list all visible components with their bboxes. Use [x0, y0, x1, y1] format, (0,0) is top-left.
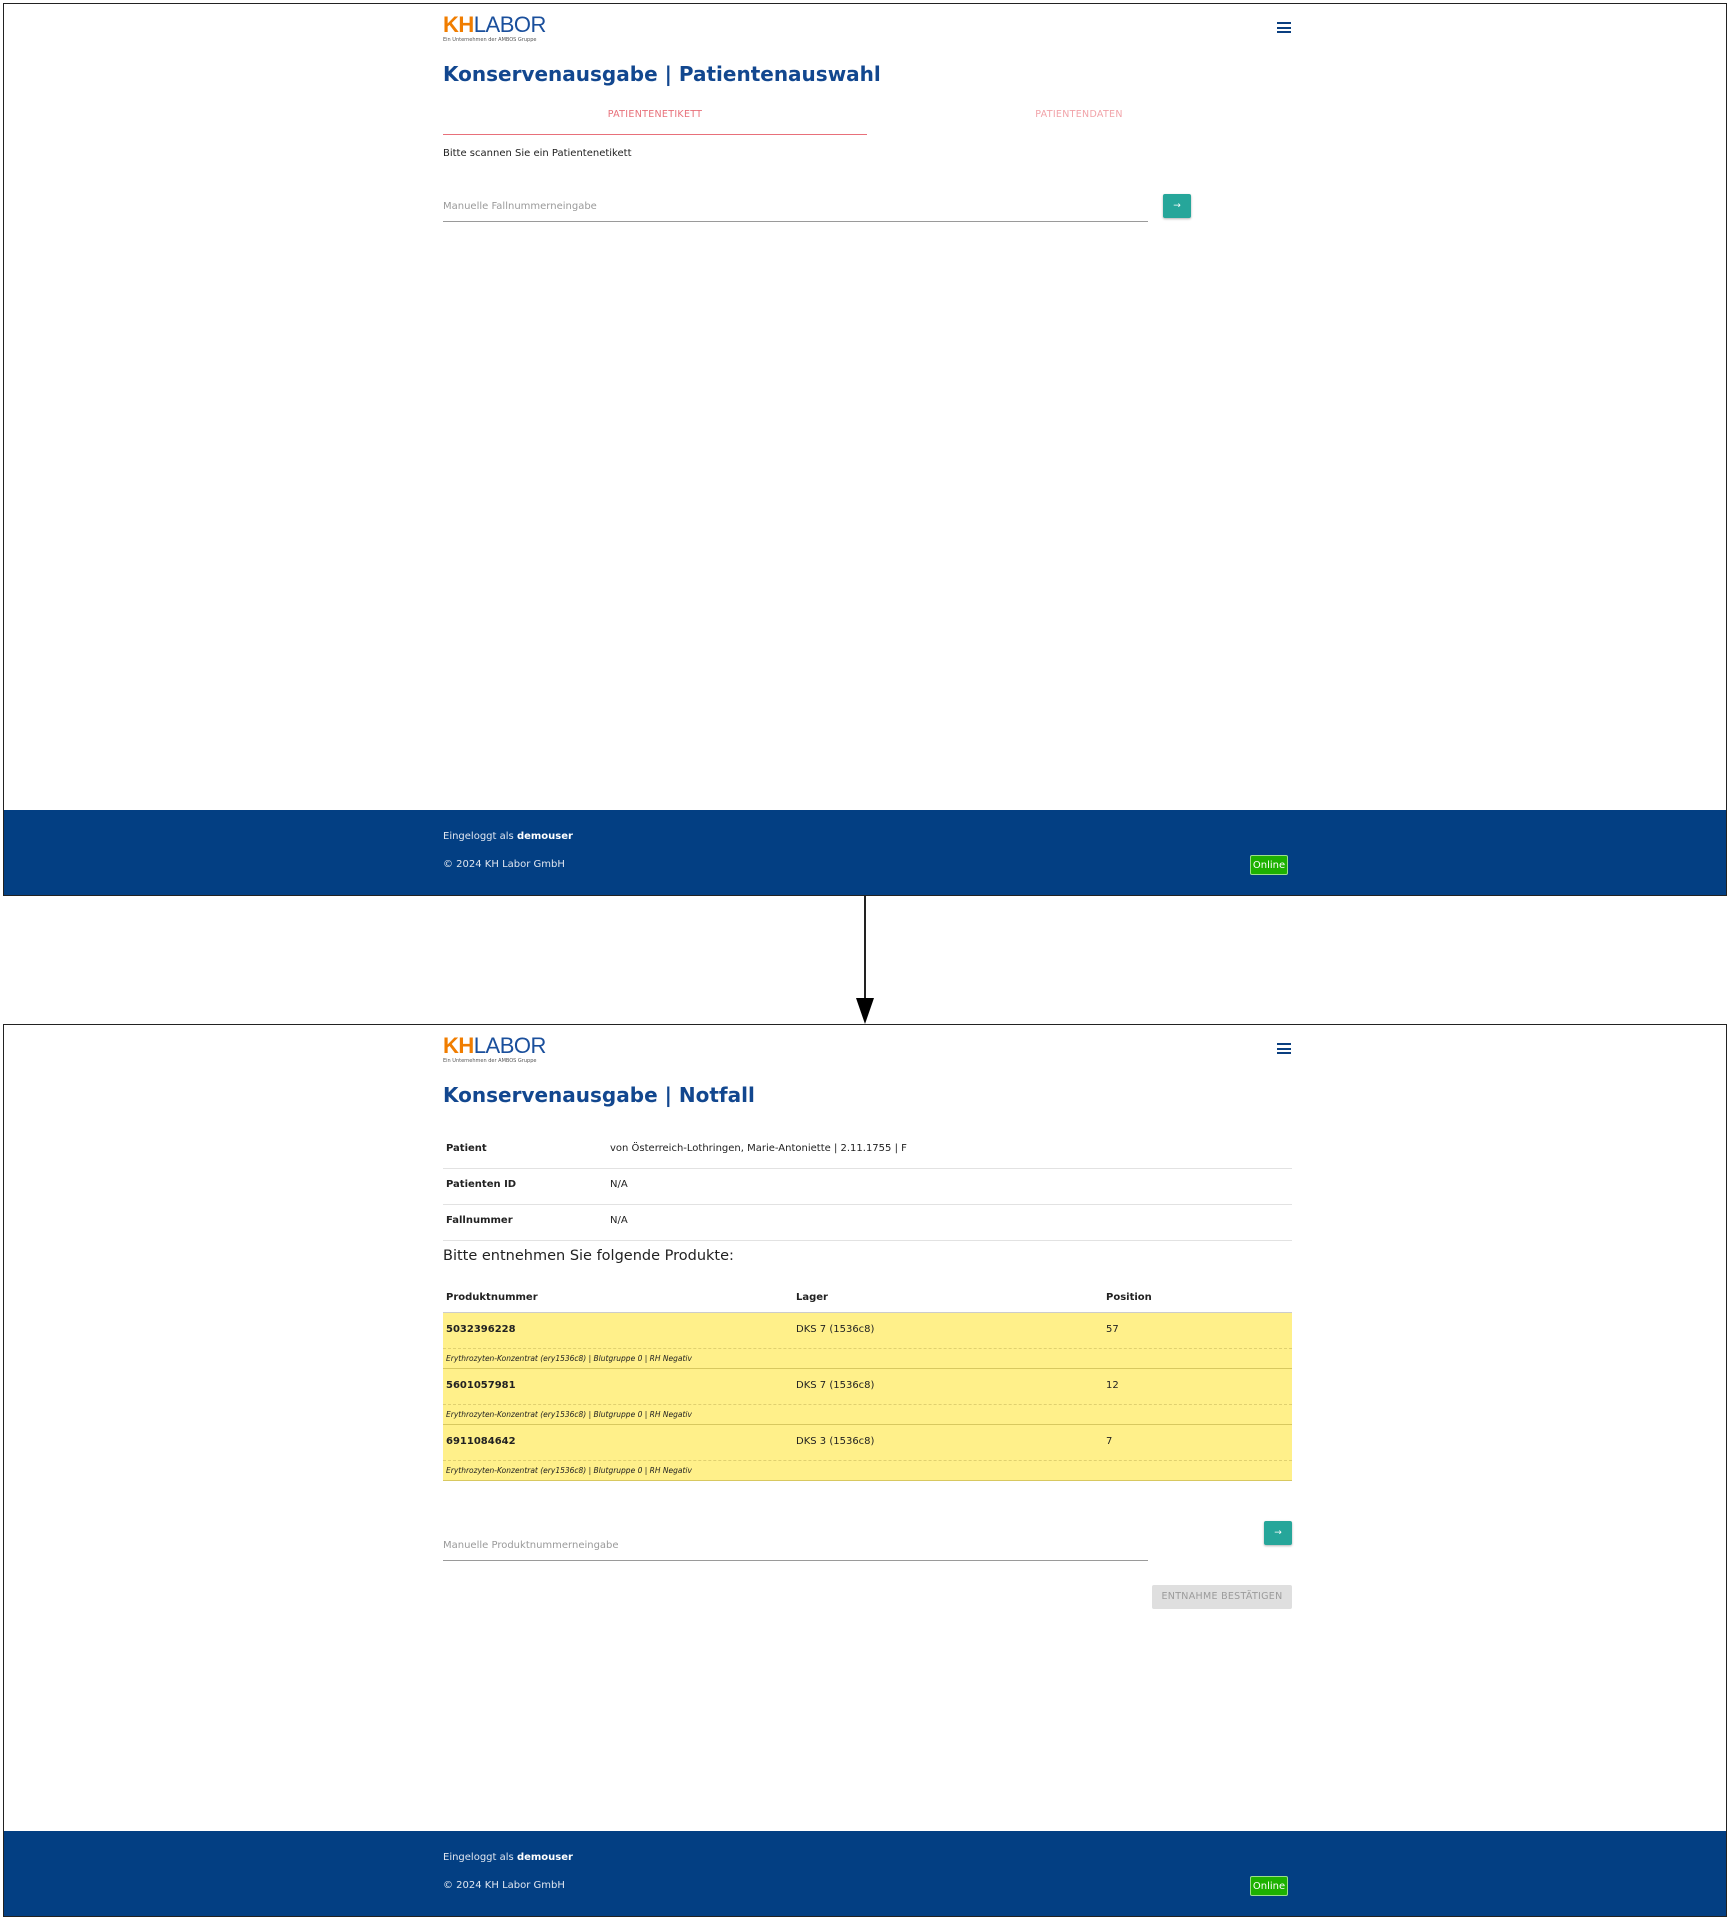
- logo-labor: LABOR: [473, 1033, 547, 1058]
- arrow-down-icon: [856, 998, 874, 1024]
- info-row-patient: Patient von Österreich-Lothringen, Marie…: [443, 1133, 1292, 1169]
- products-table: Produktnummer Lager Position 5032396228 …: [443, 1283, 1292, 1481]
- info-row-case-number: Fallnummer N/A: [443, 1205, 1292, 1241]
- product-position: 7: [1106, 1436, 1113, 1447]
- product-number: 5601057981: [446, 1380, 516, 1391]
- arrow-right-icon: →: [1173, 201, 1181, 211]
- table-row[interactable]: 5601057981 DKS 7 (1536c8) 12 Erythrozyte…: [443, 1369, 1292, 1425]
- table-row[interactable]: 5032396228 DKS 7 (1536c8) 57 Erythrozyte…: [443, 1313, 1292, 1369]
- status-badge: Online: [1250, 1876, 1288, 1896]
- product-storage: DKS 3 (1536c8): [796, 1436, 875, 1447]
- product-storage: DKS 7 (1536c8): [796, 1380, 875, 1391]
- copyright: © 2024 KH Labor GmbH: [443, 1880, 565, 1891]
- product-number-field: [443, 1533, 1148, 1561]
- footer: Eingeloggt als demouser © 2024 KH Labor …: [4, 1831, 1726, 1916]
- info-label: Fallnummer: [446, 1215, 513, 1226]
- products-heading: Bitte entnehmen Sie folgende Produkte:: [443, 1248, 734, 1264]
- case-number-input[interactable]: [443, 194, 1148, 212]
- logo-subtitle: Ein Unternehmen der AMBOS Gruppe: [443, 37, 537, 43]
- product-number: 6911084642: [446, 1436, 516, 1447]
- logged-in-text: Eingeloggt als demouser: [443, 831, 573, 842]
- username: demouser: [516, 1852, 573, 1863]
- info-label: Patienten ID: [446, 1179, 517, 1190]
- logged-prefix: Eingeloggt als: [443, 831, 514, 842]
- logo-subtitle: Ein Unternehmen der AMBOS Gruppe: [443, 1058, 537, 1064]
- table-header: Produktnummer Lager Position: [443, 1283, 1292, 1313]
- logged-prefix: Eingeloggt als: [443, 1852, 514, 1863]
- menu-icon[interactable]: [1277, 22, 1291, 33]
- tab-bar: PATIENTENETIKETT PATIENTENDATEN: [443, 109, 1292, 135]
- tab-patientenetikett[interactable]: PATIENTENETIKETT: [443, 109, 867, 135]
- kh-labor-logo[interactable]: KHLABOR Ein Unternehmen der AMBOS Gruppe: [443, 1033, 547, 1064]
- kh-labor-logo[interactable]: KHLABOR Ein Unternehmen der AMBOS Gruppe: [443, 12, 547, 43]
- submit-case-button[interactable]: →: [1163, 194, 1191, 218]
- logged-in-text: Eingeloggt als demouser: [443, 1852, 573, 1863]
- table-row[interactable]: 6911084642 DKS 3 (1536c8) 7 Erythrozyten…: [443, 1425, 1292, 1481]
- column-header-lager: Lager: [796, 1292, 828, 1303]
- column-header-produktnummer: Produktnummer: [446, 1292, 538, 1303]
- confirm-removal-button[interactable]: ENTNAHME BESTÄTIGEN: [1152, 1585, 1292, 1609]
- info-row-patient-id: Patienten ID N/A: [443, 1169, 1292, 1205]
- product-position: 12: [1106, 1380, 1119, 1391]
- username: demouser: [516, 831, 573, 842]
- info-label: Patient: [446, 1143, 487, 1154]
- logo-kh: KH: [443, 1033, 474, 1058]
- info-value: von Österreich-Lothringen, Marie-Antonie…: [610, 1143, 907, 1154]
- logo-labor: LABOR: [473, 12, 547, 37]
- patient-info-table: Patient von Österreich-Lothringen, Marie…: [443, 1133, 1292, 1241]
- page-title: Konservenausgabe | Notfall: [443, 1083, 755, 1107]
- product-position: 57: [1106, 1324, 1119, 1335]
- case-number-field: [443, 194, 1148, 222]
- product-description: Erythrozyten-Konzentrat (ery1536c8) | Bl…: [446, 1466, 692, 1475]
- screen-patient-selection: KHLABOR Ein Unternehmen der AMBOS Gruppe…: [3, 3, 1727, 896]
- copyright: © 2024 KH Labor GmbH: [443, 859, 565, 870]
- status-badge: Online: [1250, 855, 1288, 875]
- product-number: 5032396228: [446, 1324, 516, 1335]
- product-storage: DKS 7 (1536c8): [796, 1324, 875, 1335]
- column-header-position: Position: [1106, 1292, 1152, 1303]
- arrow-right-icon: →: [1274, 1528, 1282, 1538]
- info-value: N/A: [610, 1215, 628, 1226]
- screen-emergency-issue: KHLABOR Ein Unternehmen der AMBOS Gruppe…: [3, 1024, 1727, 1917]
- tab-patientendaten[interactable]: PATIENTENDATEN: [867, 109, 1291, 135]
- transition-arrow-line: [864, 896, 866, 1004]
- product-description: Erythrozyten-Konzentrat (ery1536c8) | Bl…: [446, 1354, 692, 1363]
- submit-product-button[interactable]: →: [1264, 1521, 1292, 1545]
- scan-hint: Bitte scannen Sie ein Patientenetikett: [443, 148, 632, 159]
- footer: Eingeloggt als demouser © 2024 KH Labor …: [4, 810, 1726, 895]
- page-title: Konservenausgabe | Patientenauswahl: [443, 62, 881, 86]
- logo-kh: KH: [443, 12, 474, 37]
- product-number-input[interactable]: [443, 1533, 1148, 1551]
- menu-icon[interactable]: [1277, 1043, 1291, 1054]
- info-value: N/A: [610, 1179, 628, 1190]
- product-description: Erythrozyten-Konzentrat (ery1536c8) | Bl…: [446, 1410, 692, 1419]
